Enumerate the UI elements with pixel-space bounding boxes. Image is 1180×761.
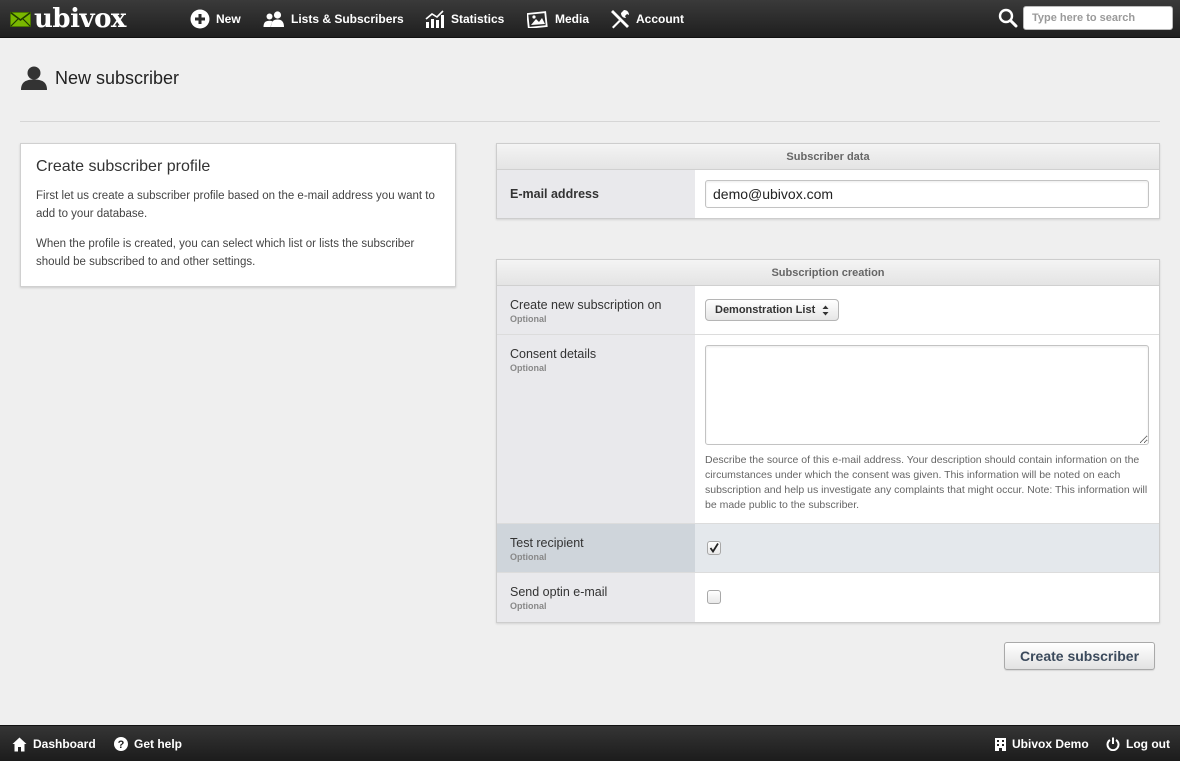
subscriber-data-header: Subscriber data: [497, 144, 1159, 170]
consent-help-text: Describe the source of this e-mail addre…: [705, 454, 1148, 511]
consent-row: Consent details Optional Describe the so…: [497, 335, 1159, 524]
chart-icon: [425, 10, 444, 28]
email-row: E-mail address: [497, 170, 1159, 218]
email-label: E-mail address: [497, 170, 695, 218]
list-label: Create new subscription on: [510, 298, 662, 312]
nav-media-label: Media: [555, 12, 590, 26]
svg-text:?: ?: [118, 739, 125, 751]
nav-statistics-label: Statistics: [451, 12, 505, 26]
consent-label-cell: Consent details Optional: [497, 335, 695, 523]
consent-textarea[interactable]: [705, 345, 1149, 445]
nav-account[interactable]: Account: [610, 0, 684, 38]
email-field[interactable]: [705, 180, 1149, 208]
heading-divider: [20, 121, 1160, 122]
optin-label-cell: Send optin e-mail Optional: [497, 573, 695, 622]
search-icon[interactable]: [998, 8, 1018, 28]
power-icon: [1106, 737, 1120, 751]
top-navigation-bar: ubivox New Lists & Subscribers Statistic…: [0, 0, 1180, 38]
test-label: Test recipient: [510, 536, 584, 550]
nav-new-label: New: [216, 12, 241, 26]
page-title: New subscriber: [55, 67, 180, 88]
footer-bar: Dashboard ? Get help Ubivox Demo Log out: [0, 725, 1180, 761]
info-paragraph-2: When the profile is created, you can sel…: [36, 238, 415, 268]
logo-text: ubivox: [34, 4, 126, 34]
info-box: Create subscriber profile First let us c…: [20, 143, 456, 287]
help-icon: ?: [114, 737, 128, 751]
optional-note: Optional: [510, 363, 547, 373]
info-paragraph-1: First let us create a subscriber profile…: [36, 190, 435, 220]
list-select[interactable]: Demonstration List: [705, 299, 840, 321]
nav-statistics[interactable]: Statistics: [425, 0, 504, 38]
test-recipient-row: Test recipient Optional: [497, 524, 1159, 573]
subscriber-data-panel: Subscriber data E-mail address: [496, 143, 1160, 219]
footer-account-label: Ubivox Demo: [1012, 737, 1089, 751]
create-subscriber-button[interactable]: Create subscriber: [1004, 642, 1155, 670]
ubivox-logo[interactable]: ubivox: [10, 4, 126, 34]
list-select-value: Demonstration List: [715, 304, 816, 316]
optional-note: Optional: [510, 314, 547, 324]
checkmark-icon: [709, 543, 719, 553]
image-icon: [527, 10, 548, 28]
users-icon: [263, 11, 284, 27]
user-icon: [21, 66, 47, 90]
list-label-cell: Create new subscription on Optional: [497, 286, 695, 334]
envelope-logo-icon: [10, 11, 31, 27]
footer-dashboard[interactable]: Dashboard: [12, 726, 96, 761]
search-input[interactable]: [1023, 6, 1173, 30]
footer-dashboard-label: Dashboard: [33, 737, 96, 751]
info-title: Create subscriber profile: [36, 158, 211, 175]
send-optin-checkbox[interactable]: [707, 590, 721, 604]
nav-lists-label: Lists & Subscribers: [291, 12, 404, 26]
test-recipient-checkbox[interactable]: [707, 541, 721, 555]
subscription-creation-header: Subscription creation: [497, 260, 1159, 286]
footer-logout-label: Log out: [1126, 737, 1170, 751]
optional-note: Optional: [510, 601, 547, 611]
plus-circle-icon: [190, 9, 210, 29]
nav-new[interactable]: New: [190, 0, 241, 38]
page-heading: New subscriber: [21, 66, 179, 90]
consent-cell: Describe the source of this e-mail addre…: [695, 335, 1159, 523]
nav-media[interactable]: Media: [527, 0, 589, 38]
subscription-creation-panel: Subscription creation Create new subscri…: [496, 259, 1160, 623]
optin-row: Send optin e-mail Optional: [497, 573, 1159, 622]
email-cell: [695, 170, 1159, 218]
home-icon: [12, 737, 27, 751]
footer-help[interactable]: ? Get help: [114, 726, 182, 761]
list-cell: Demonstration List: [695, 286, 1159, 334]
nav-lists-subscribers[interactable]: Lists & Subscribers: [263, 0, 404, 38]
footer-help-label: Get help: [134, 737, 183, 751]
consent-label: Consent details: [510, 347, 597, 361]
optin-cell: [695, 573, 1159, 622]
nav-account-label: Account: [636, 12, 684, 26]
select-arrows-icon: [822, 305, 829, 316]
optional-note: Optional: [510, 552, 547, 562]
optin-label: Send optin e-mail: [510, 585, 608, 599]
test-cell: [695, 524, 1159, 572]
footer-logout[interactable]: Log out: [1106, 726, 1170, 761]
footer-account[interactable]: Ubivox Demo: [995, 726, 1089, 761]
building-icon: [995, 737, 1006, 751]
tools-icon: [611, 10, 629, 29]
list-row: Create new subscription on Optional Demo…: [497, 286, 1159, 335]
test-label-cell: Test recipient Optional: [497, 524, 695, 572]
